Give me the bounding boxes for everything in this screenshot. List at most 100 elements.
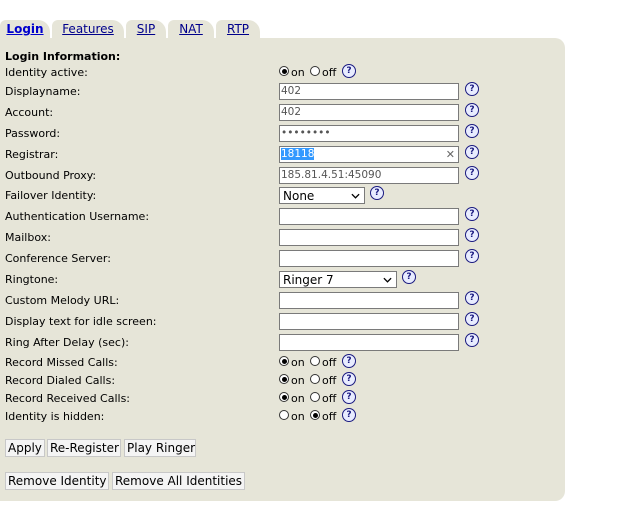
record-missed-on-radio[interactable] — [279, 356, 289, 366]
section-title: Login Information: — [5, 50, 121, 63]
registrar-input[interactable]: 18118 ✕ — [279, 146, 459, 163]
reregister-button[interactable]: Re-Register — [47, 439, 121, 457]
identity-hidden-off-radio[interactable] — [310, 410, 320, 420]
tab-nat[interactable]: NAT — [168, 20, 214, 38]
tab-rtp[interactable]: RTP — [216, 20, 260, 38]
identity-active-on-radio[interactable] — [279, 66, 289, 76]
registrar-row: Registrar: 18118 ✕ ? — [0, 145, 565, 165]
radio-label-off: off — [322, 410, 337, 423]
help-icon[interactable]: ? — [342, 64, 356, 78]
radio-label-off: off — [322, 66, 337, 79]
help-icon[interactable]: ? — [465, 228, 479, 242]
identity-hidden-label: Identity is hidden: — [5, 410, 105, 423]
outbound-proxy-input[interactable]: 185.81.4.51:45090 — [279, 167, 459, 184]
record-missed-off-radio[interactable] — [310, 356, 320, 366]
apply-button[interactable]: Apply — [5, 439, 45, 457]
conference-server-input[interactable] — [279, 250, 459, 267]
remove-all-identities-button[interactable]: Remove All Identities — [112, 472, 245, 490]
idle-text-row: Display text for idle screen: ? — [0, 312, 565, 332]
help-icon[interactable]: ? — [465, 312, 479, 326]
tab-login[interactable]: Login — [0, 20, 50, 38]
auth-username-label: Authentication Username: — [5, 210, 150, 223]
custom-melody-row: Custom Melody URL: ? — [0, 291, 565, 311]
password-input[interactable]: •••••••• — [279, 125, 459, 142]
tab-sip[interactable]: SIP — [126, 20, 166, 38]
help-icon[interactable]: ? — [465, 333, 479, 347]
registrar-label: Registrar: — [5, 148, 59, 161]
help-icon[interactable]: ? — [342, 390, 356, 404]
account-input[interactable]: 402 — [279, 104, 459, 121]
radio-label-off: off — [322, 392, 337, 405]
help-icon[interactable]: ? — [465, 124, 479, 138]
failover-identity-select[interactable]: None — [279, 187, 365, 204]
record-dialed-on-radio[interactable] — [279, 374, 289, 384]
record-missed-label: Record Missed Calls: — [5, 356, 118, 369]
ring-delay-row: Ring After Delay (sec): ? — [0, 333, 565, 353]
mailbox-input[interactable] — [279, 229, 459, 246]
chevron-down-icon — [383, 277, 392, 283]
account-label: Account: — [5, 106, 54, 119]
displayname-input[interactable]: 402 — [279, 83, 459, 100]
record-received-off-radio[interactable] — [310, 392, 320, 402]
clear-icon[interactable]: ✕ — [446, 147, 455, 162]
play-ringer-button[interactable]: Play Ringer — [124, 439, 196, 457]
identity-active-off-radio[interactable] — [310, 66, 320, 76]
mailbox-label: Mailbox: — [5, 231, 51, 244]
identity-active-row: Identity active: on off ? — [0, 64, 565, 83]
help-icon[interactable]: ? — [465, 103, 479, 117]
help-icon[interactable]: ? — [402, 270, 416, 284]
help-icon[interactable]: ? — [465, 291, 479, 305]
registrar-selected-text: 18118 — [281, 148, 315, 160]
auth-username-row: Authentication Username: ? — [0, 207, 565, 227]
help-icon[interactable]: ? — [465, 82, 479, 96]
outbound-proxy-label: Outbound Proxy: — [5, 169, 97, 182]
displayname-row: Displayname: 402 ? — [0, 82, 565, 102]
help-icon[interactable]: ? — [342, 372, 356, 386]
idle-text-input[interactable] — [279, 313, 459, 330]
help-icon[interactable]: ? — [465, 207, 479, 221]
identity-active-label: Identity active: — [5, 66, 88, 79]
outbound-proxy-row: Outbound Proxy: 185.81.4.51:45090 ? — [0, 166, 565, 186]
failover-identity-label: Failover Identity: — [5, 189, 97, 202]
custom-melody-input[interactable] — [279, 292, 459, 309]
ringtone-select[interactable]: Ringer 7 — [279, 271, 397, 288]
record-dialed-label: Record Dialed Calls: — [5, 374, 116, 387]
record-received-row: Record Received Calls: on off ? — [0, 390, 565, 409]
password-row: Password: •••••••• ? — [0, 124, 565, 144]
auth-username-input[interactable] — [279, 208, 459, 225]
ringtone-label: Ringtone: — [5, 273, 59, 286]
record-received-on-radio[interactable] — [279, 392, 289, 402]
identity-hidden-on-radio[interactable] — [279, 410, 289, 420]
identity-hidden-row: Identity is hidden: on off ? — [0, 408, 565, 427]
mailbox-row: Mailbox: ? — [0, 228, 565, 248]
record-dialed-off-radio[interactable] — [310, 374, 320, 384]
help-icon[interactable]: ? — [465, 145, 479, 159]
ringtone-value: Ringer 7 — [283, 273, 334, 287]
failover-identity-value: None — [283, 189, 315, 203]
radio-label-on: on — [291, 410, 305, 423]
tab-features[interactable]: Features — [52, 20, 124, 38]
ring-delay-label: Ring After Delay (sec): — [5, 336, 129, 349]
help-icon[interactable]: ? — [342, 408, 356, 422]
radio-label-on: on — [291, 392, 305, 405]
custom-melody-label: Custom Melody URL: — [5, 294, 120, 307]
account-row: Account: 402 ? — [0, 103, 565, 123]
record-dialed-row: Record Dialed Calls: on off ? — [0, 372, 565, 391]
help-icon[interactable]: ? — [342, 354, 356, 368]
radio-label-on: on — [291, 356, 305, 369]
help-icon[interactable]: ? — [465, 249, 479, 263]
help-icon[interactable]: ? — [370, 186, 384, 200]
radio-label-on: on — [291, 66, 305, 79]
radio-label-on: on — [291, 374, 305, 387]
displayname-label: Displayname: — [5, 85, 81, 98]
chevron-down-icon — [351, 193, 360, 199]
ring-delay-input[interactable] — [279, 334, 459, 351]
record-missed-row: Record Missed Calls: on off ? — [0, 354, 565, 373]
remove-identity-button[interactable]: Remove Identity — [5, 472, 109, 490]
conference-server-label: Conference Server: — [5, 252, 111, 265]
radio-label-off: off — [322, 356, 337, 369]
help-icon[interactable]: ? — [465, 166, 479, 180]
radio-label-off: off — [322, 374, 337, 387]
password-label: Password: — [5, 127, 61, 140]
idle-text-label: Display text for idle screen: — [5, 315, 157, 328]
